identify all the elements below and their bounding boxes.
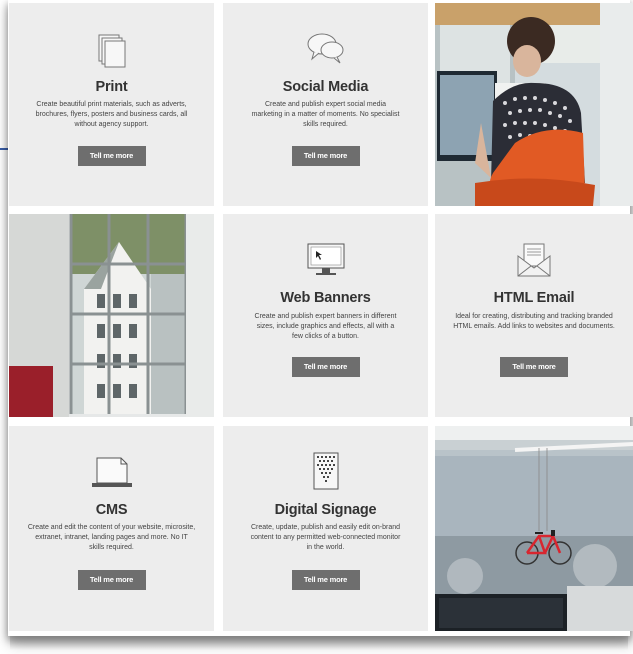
woman-at-desk-photo [435, 3, 633, 206]
document-stack-icon [98, 34, 126, 73]
tell-me-more-button[interactable]: Tell me more [500, 357, 568, 377]
monitor-cursor-icon [306, 243, 346, 282]
tell-me-more-button[interactable]: Tell me more [77, 146, 146, 166]
speech-bubbles-icon [306, 31, 346, 70]
hanging-bicycle-photo [435, 426, 633, 631]
tell-me-more-button[interactable]: Tell me more [77, 570, 146, 590]
tile-title: Print [95, 79, 128, 95]
signage-screen-icon [313, 452, 339, 495]
tile-print: Print Create beautiful print materials, … [9, 3, 214, 206]
tile-title: Social Media [282, 79, 369, 95]
tile-cms: CMS Create and edit the content of your … [9, 426, 214, 631]
services-grid: Print Create beautiful print materials, … [8, 0, 633, 636]
laptop-icon [90, 457, 134, 494]
tile-html-email: HTML Email Ideal for creating, distribut… [435, 214, 633, 417]
tell-me-more-button[interactable]: Tell me more [291, 570, 360, 590]
tile-title: CMS [95, 502, 128, 518]
frame-shadow [10, 636, 628, 650]
tile-description: Create and publish expert banners in dif… [254, 313, 397, 340]
tile-web-banners: Web Banners Create and publish expert ba… [223, 214, 428, 417]
window-building-photo [9, 214, 214, 417]
tell-me-more-button[interactable]: Tell me more [291, 357, 360, 377]
tile-description: Ideal for creating, distributing and tra… [453, 313, 615, 330]
tile-title: Digital Signage [274, 502, 377, 518]
tile-title: HTML Email [493, 290, 575, 306]
tile-description: Create, update, publish and easily edit … [250, 524, 401, 551]
tell-me-more-button[interactable]: Tell me more [291, 146, 360, 166]
tile-digital-signage: Digital Signage Create, update, publish … [223, 426, 428, 631]
tile-description: Create and edit the content of your webs… [27, 524, 196, 551]
envelope-icon [516, 242, 552, 283]
stray-line [0, 148, 8, 150]
tile-title: Web Banners [280, 290, 371, 306]
tile-description: Create beautiful print materials, such a… [35, 101, 188, 128]
tile-social-media: Social Media Create and publish expert s… [223, 3, 428, 206]
tile-description: Create and publish expert social media m… [251, 101, 400, 128]
